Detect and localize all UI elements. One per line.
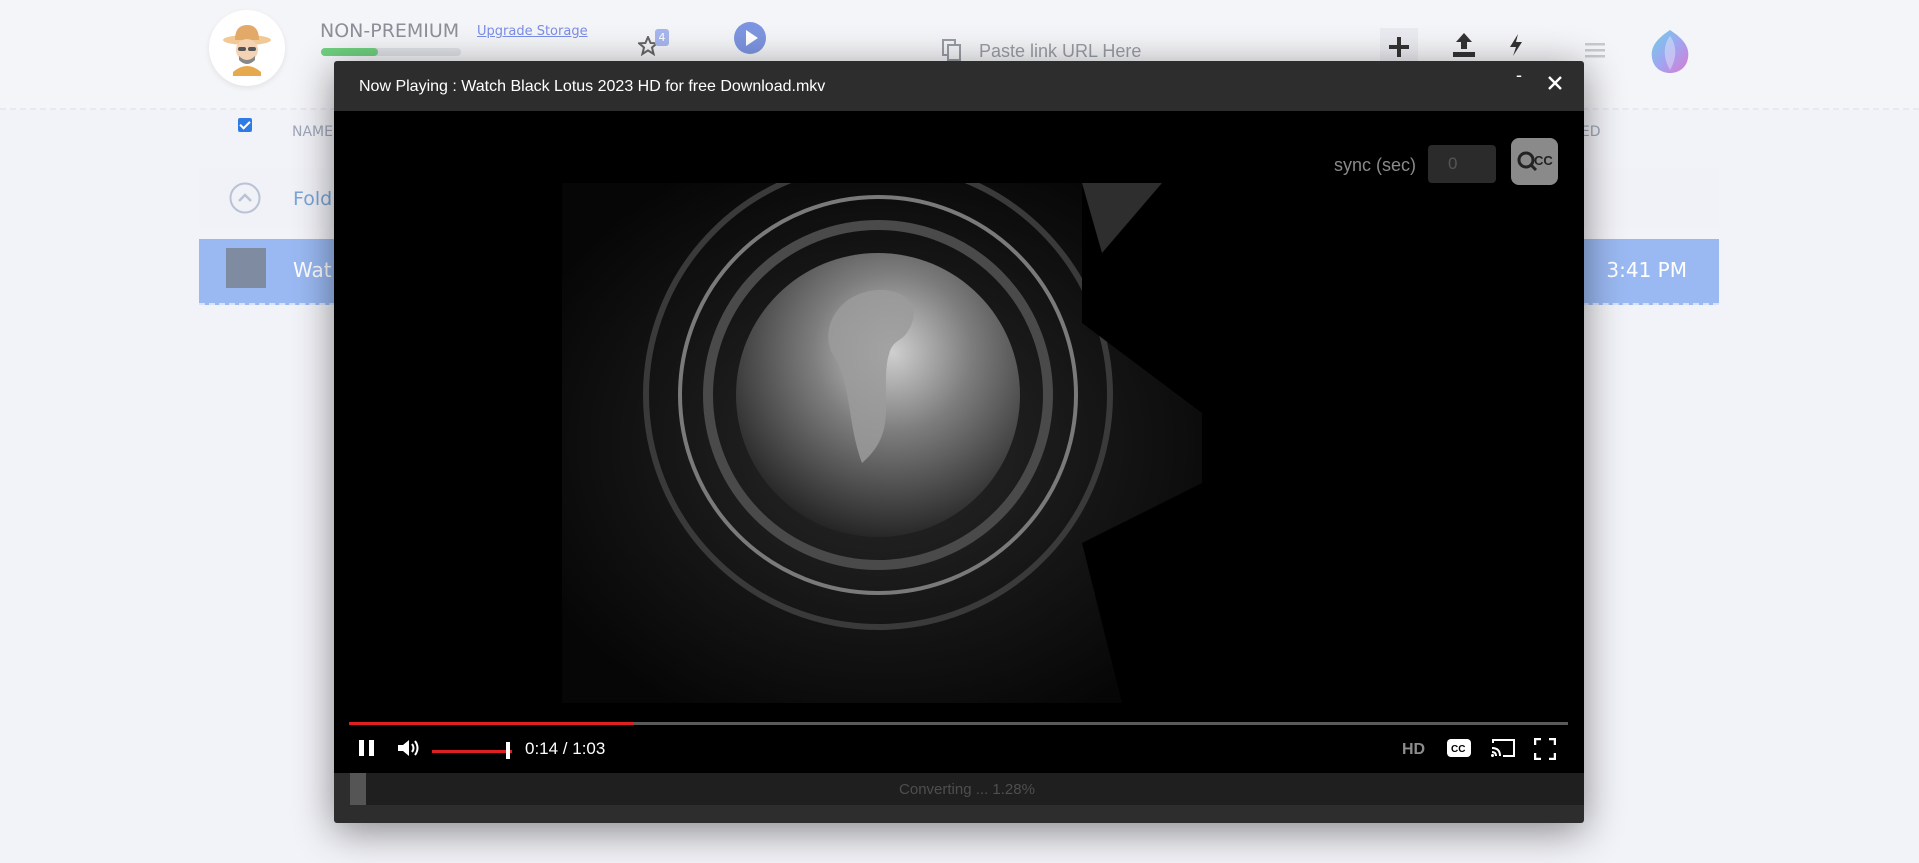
cast-button[interactable]: [1490, 738, 1516, 762]
seek-bar-played: [349, 722, 634, 725]
minimize-button[interactable]: -: [1516, 65, 1522, 86]
upgrade-storage-link[interactable]: Upgrade Storage: [477, 24, 588, 39]
lightning-icon: [1510, 34, 1522, 56]
upload-icon: [1453, 33, 1475, 57]
volume-slider-handle[interactable]: [506, 742, 510, 759]
subtitle-search-icon: CC: [1517, 151, 1553, 172]
close-button[interactable]: [1547, 75, 1563, 95]
player-open-button[interactable]: [733, 21, 767, 59]
video-area[interactable]: sync (sec) CC 0:14: [334, 111, 1584, 773]
captions-icon: CC: [1447, 739, 1471, 757]
favorites-count-badge: 4: [655, 29, 669, 46]
conversion-status: Converting ... 1.28%: [899, 781, 1035, 798]
volume-icon: [398, 740, 419, 756]
cast-icon: [1491, 739, 1515, 757]
quality-button[interactable]: HD: [1402, 741, 1425, 759]
subtitle-sync-input[interactable]: [1428, 145, 1496, 183]
select-all-checkbox[interactable]: [238, 118, 252, 132]
spy-avatar-icon: [223, 25, 271, 76]
chevron-up-icon: [229, 182, 261, 218]
sync-label: sync (sec): [1334, 155, 1417, 175]
play-circle-icon: [734, 22, 766, 54]
parent-folder-label: Fold: [293, 188, 333, 210]
close-icon: [1548, 76, 1562, 90]
conversion-progress-bar: Converting ... 1.28%: [350, 773, 1584, 805]
svg-text:CC: CC: [1534, 153, 1553, 168]
file-name: Wat: [293, 258, 332, 282]
upload-button[interactable]: [1452, 32, 1476, 62]
subtitle-search-button[interactable]: CC: [1511, 138, 1558, 185]
fullscreen-button[interactable]: [1533, 737, 1557, 764]
plan-label: NON-PREMIUM: [320, 20, 460, 42]
video-player-modal: Now Playing : Watch Black Lotus 2023 HD …: [334, 61, 1584, 823]
mute-button[interactable]: [396, 737, 422, 763]
column-header-name[interactable]: NAME: [292, 124, 333, 140]
pause-button[interactable]: [356, 737, 378, 763]
captions-button[interactable]: CC: [1447, 739, 1471, 761]
file-thumbnail: [226, 248, 266, 288]
menu-button[interactable]: [1585, 42, 1605, 62]
quick-action-button[interactable]: [1508, 33, 1524, 61]
svg-text:CC: CC: [1451, 744, 1465, 755]
time-display: 0:14 / 1:03: [525, 739, 606, 758]
menu-icon: [1585, 43, 1605, 58]
volume-slider[interactable]: [432, 750, 512, 753]
user-avatar[interactable]: [209, 10, 285, 86]
storage-usage-bar: [321, 48, 461, 56]
seek-bar[interactable]: [349, 722, 1568, 725]
pause-icon: [359, 740, 374, 756]
now-playing-title: Now Playing : Watch Black Lotus 2023 HD …: [359, 78, 826, 95]
file-date: 3:41 PM: [1606, 258, 1687, 282]
fullscreen-icon: [1533, 737, 1557, 761]
lotus-logo-icon[interactable]: [1648, 28, 1692, 78]
video-frame: [562, 183, 1202, 703]
storage-usage-fill: [321, 48, 379, 56]
